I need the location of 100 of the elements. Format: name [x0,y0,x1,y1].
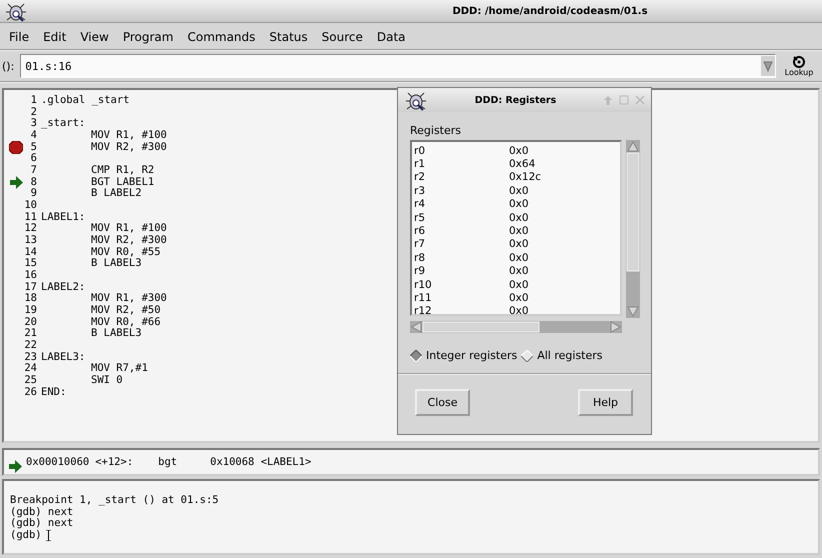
register-name[interactable]: r0 [414,144,509,157]
register-value: 0x0 [509,252,529,264]
line-number: 5 [30,142,37,153]
register-name[interactable]: r12 [414,305,509,318]
register-name[interactable]: r11 [414,292,509,304]
code-line: SWI 0 [91,375,123,387]
code-line: END: [41,386,66,398]
menu-item[interactable]: Status [262,29,315,45]
register-name[interactable]: r9 [414,265,509,278]
register-name[interactable]: r8 [414,252,509,264]
dialog-button[interactable]: Help [578,389,633,416]
line-number: 14 [23,246,37,258]
code-line: LABEL1: [41,212,86,224]
register-value: 0x0 [509,212,529,224]
radio-option[interactable]: Integer registers [410,349,518,362]
maximize-icon[interactable] [619,95,629,105]
register-value: 0x0 [509,198,529,210]
line-number: 25 [23,375,37,387]
console-line: (gdb) next [10,518,74,530]
menu-item[interactable]: File [2,29,36,45]
register-value: 0x0 [509,144,529,157]
radio-option[interactable]: All registers [521,349,603,362]
argument-field[interactable]: 01.s:16 [20,54,776,78]
offset: <+12>: [95,456,134,468]
lookup-button[interactable]: Lookup [778,55,820,77]
register-value: 0x0 [509,278,529,291]
line-number: 11 [23,212,37,223]
console-prompt: (gdb) [10,530,42,542]
window-title: DDD: /home/android/codeasm/01.s [451,6,649,16]
code-line: MOV R1, #100 [91,130,167,142]
code-line: MOV R1, #100 [91,223,167,235]
code-line: B LABEL3 [91,328,142,340]
line-number: 6 [30,153,37,165]
line-number: 15 [23,258,37,270]
register-name[interactable]: r10 [414,278,509,291]
line-number: 8 [30,176,37,188]
code-line: BGT LABEL1 [91,176,154,188]
code-line: MOV R2, #300 [91,142,167,154]
code-line: MOV R2, #300 [91,235,167,247]
line-number: 12 [23,223,37,235]
console-line: Breakpoint 1, _start () at 01.s:5 [10,495,219,507]
code-line: B LABEL2 [91,188,142,200]
line-number: 10 [23,200,37,212]
line-number: 7 [30,165,37,177]
code-line: LABEL2: [41,282,86,294]
line-number: 23 [23,352,37,363]
menu-item[interactable]: Data [370,29,413,45]
line-number: 21 [23,328,37,340]
line-number: 3 [30,118,37,130]
code-line: _start: [41,118,86,130]
code-line: MOV R1, #300 [91,293,167,305]
line-number: 1 [30,95,37,107]
dialog-button[interactable]: Close [415,389,470,416]
menu-item[interactable]: Commands [180,29,262,45]
register-name[interactable]: r2 [414,171,509,184]
line-number: 4 [30,130,37,142]
register-value: 0x0 [509,184,529,197]
line-number: 17 [23,282,37,293]
register-value: 0x0 [509,265,529,278]
lookup-icon [791,55,807,68]
register-value: 0x12c [509,171,542,184]
menu-item[interactable]: Source [314,29,370,45]
horizontal-scrollbar[interactable] [410,321,622,333]
menu-item[interactable]: Program [116,29,180,45]
register-value: 0x0 [509,292,529,304]
menu-item[interactable]: View [73,29,116,45]
menu-item[interactable]: Edit [36,29,74,45]
code-line: MOV R2, #50 [91,305,161,317]
line-number: 2 [30,106,37,118]
register-name[interactable]: r3 [414,184,509,197]
close-icon[interactable] [635,95,645,105]
line-number: 19 [23,305,37,317]
operand: 0x10068 <LABEL1> [210,456,312,468]
up-arrow-icon[interactable] [603,94,613,106]
register-value: 0x0 [509,238,529,250]
line-number: 20 [23,316,37,328]
argument-label: (): [2,60,14,72]
line-number: 24 [23,363,37,375]
register-value: 0x0 [509,225,529,238]
vertical-scrollbar[interactable] [626,140,640,318]
register-name[interactable]: r6 [414,225,509,238]
code-line: CMP R1, R2 [91,165,154,177]
register-name[interactable]: r5 [414,212,509,224]
code-line: B LABEL3 [91,258,142,270]
list-label: Registers [410,124,462,137]
console-line: (gdb) next [10,506,74,518]
mnemonic: bgt [158,456,178,468]
register-name[interactable]: r1 [414,158,509,170]
line-number: 26 [23,386,37,398]
code-line: MOV R0, #55 [91,246,161,258]
line-number: 16 [23,270,37,282]
register-name[interactable]: r7 [414,238,509,250]
code-line: LABEL3: [41,352,86,364]
line-number: 9 [30,188,37,200]
register-value: 0x0 [509,305,529,318]
register-value: 0x64 [509,158,536,170]
register-name[interactable]: r4 [414,198,509,210]
code-line: MOV R7,#1 [91,363,148,375]
code-line: .global _start [41,95,130,107]
dialog-title: DDD: Registers [474,94,558,106]
